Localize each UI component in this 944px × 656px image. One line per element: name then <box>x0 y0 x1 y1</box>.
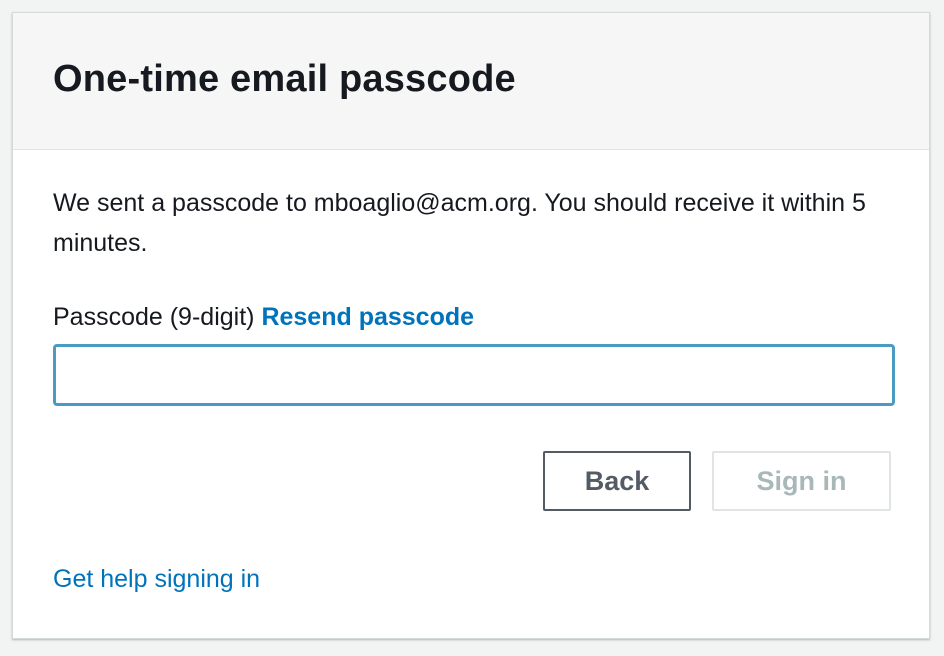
form-actions: Back Sign in <box>543 451 891 511</box>
intro-message: We sent a passcode to mboaglio@acm.org. … <box>53 189 866 257</box>
resend-passcode-link[interactable]: Resend passcode <box>261 303 474 331</box>
passcode-label-row: Passcode (9-digit) Resend passcode <box>53 300 889 334</box>
card-header: One-time email passcode <box>13 13 929 150</box>
card-body: We sent a passcode to mboaglio@acm.org. … <box>13 150 929 406</box>
passcode-card: One-time email passcode We sent a passco… <box>12 12 930 639</box>
page-title: One-time email passcode <box>53 57 516 100</box>
back-button[interactable]: Back <box>543 451 691 511</box>
passcode-input[interactable] <box>53 344 895 406</box>
sign-in-button[interactable]: Sign in <box>712 451 891 511</box>
get-help-signing-in-link[interactable]: Get help signing in <box>53 565 260 594</box>
passcode-label: Passcode (9-digit) <box>53 303 255 331</box>
